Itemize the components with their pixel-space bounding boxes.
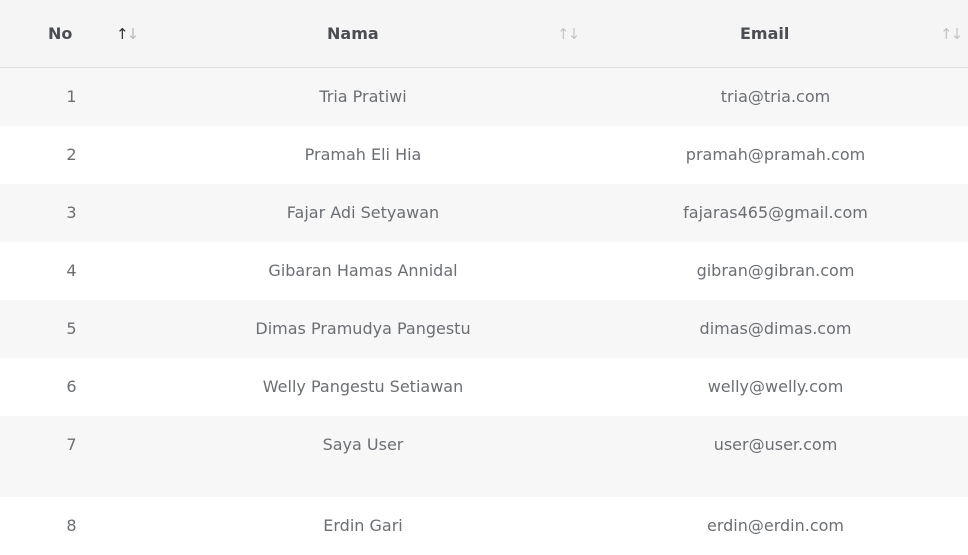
cell-nama: Saya User [143,416,583,497]
cell-nama: Tria Pratiwi [143,68,583,127]
users-table: No ↑↓ Nama ↑↓ Email ↑↓ [0,0,968,555]
table-row: 1 Tria Pratiwi tria@tria.com [0,68,968,127]
cell-email: dimas@dimas.com [583,300,968,358]
cell-email: fajaras465@gmail.com [583,184,968,242]
cell-no: 1 [0,68,143,127]
cell-nama: Erdin Gari [143,497,583,555]
cell-email: tria@tria.com [583,68,968,127]
table-row: 8 Erdin Gari erdin@erdin.com [0,497,968,555]
column-header-label: No [48,0,72,67]
cell-nama: Fajar Adi Setyawan [143,184,583,242]
cell-nama: Welly Pangestu Setiawan [143,358,583,416]
cell-no: 4 [0,242,143,300]
cell-email: erdin@erdin.com [583,497,968,555]
cell-no: 8 [0,497,143,555]
table-body: 1 Tria Pratiwi tria@tria.com 2 Pramah El… [0,68,968,555]
table-row: 2 Pramah Eli Hia pramah@pramah.com [0,126,968,184]
cell-no: 5 [0,300,143,358]
cell-email: user@user.com [583,416,968,497]
cell-no: 6 [0,358,143,416]
sort-icon[interactable]: ↑↓ [940,25,961,43]
cell-email: gibran@gibran.com [583,242,968,300]
table-row: 5 Dimas Pramudya Pangestu dimas@dimas.co… [0,300,968,358]
column-header-label: Email [740,0,789,67]
cell-nama: Gibaran Hamas Annidal [143,242,583,300]
cell-nama: Dimas Pramudya Pangestu [143,300,583,358]
column-header-label: Nama [327,0,379,67]
table-row: 4 Gibaran Hamas Annidal gibran@gibran.co… [0,242,968,300]
sort-ascending-icon[interactable]: ↑↓ [116,25,137,43]
sort-icon[interactable]: ↑↓ [557,25,578,43]
table-header-row: No ↑↓ Nama ↑↓ Email ↑↓ [0,0,968,68]
cell-no: 2 [0,126,143,184]
column-header-email[interactable]: Email ↑↓ [583,0,968,68]
column-header-nama[interactable]: Nama ↑↓ [143,0,583,68]
table-row: 6 Welly Pangestu Setiawan welly@welly.co… [0,358,968,416]
column-header-no[interactable]: No ↑↓ [0,0,143,68]
cell-no: 7 [0,416,143,497]
cell-nama: Pramah Eli Hia [143,126,583,184]
table-header: No ↑↓ Nama ↑↓ Email ↑↓ [0,0,968,68]
cell-email: pramah@pramah.com [583,126,968,184]
cell-no: 3 [0,184,143,242]
cell-email: welly@welly.com [583,358,968,416]
table-row: 7 Saya User user@user.com [0,416,968,497]
table-row: 3 Fajar Adi Setyawan fajaras465@gmail.co… [0,184,968,242]
users-table-container: No ↑↓ Nama ↑↓ Email ↑↓ [0,0,968,555]
